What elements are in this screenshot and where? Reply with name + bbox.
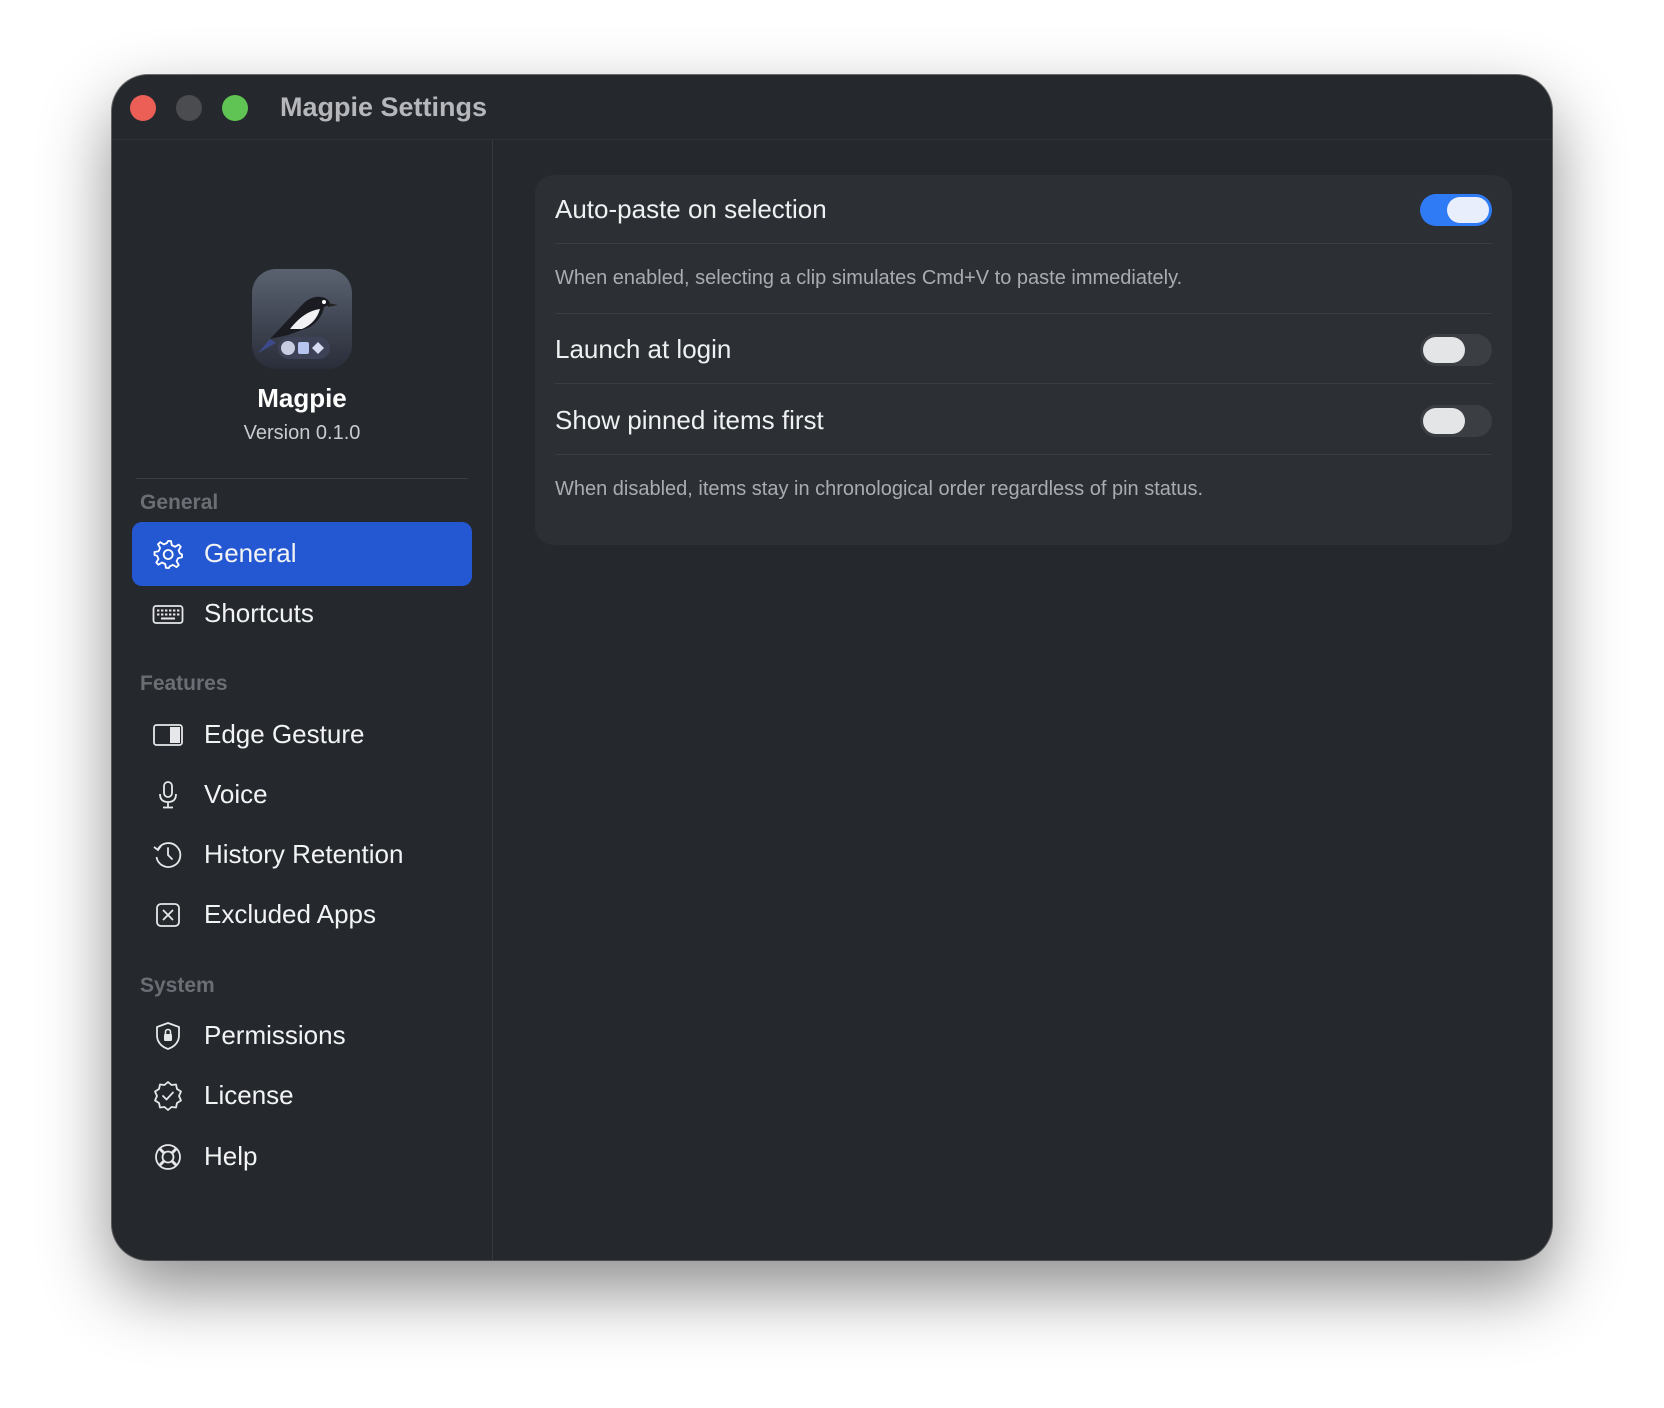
gear-icon bbox=[153, 540, 183, 569]
launch-at-login-toggle[interactable] bbox=[1420, 334, 1492, 366]
launch-at-login-label: Launch at login bbox=[555, 334, 732, 364]
sidebar-item-help[interactable]: Help bbox=[132, 1125, 472, 1189]
window-title: Magpie Settings bbox=[280, 92, 488, 122]
sidebar-divider bbox=[136, 478, 468, 479]
minimize-button[interactable] bbox=[176, 95, 202, 121]
show-pinned-first-toggle[interactable] bbox=[1420, 405, 1492, 437]
shield-lock-icon bbox=[156, 1022, 180, 1050]
title-bar[interactable]: Magpie Settings bbox=[112, 75, 1552, 140]
app-name: Magpie bbox=[257, 383, 347, 413]
sidebar-item-permissions[interactable]: Permissions bbox=[132, 1004, 472, 1068]
sidebar-item-label: Excluded Apps bbox=[204, 899, 377, 929]
sidebar-item-excluded-apps[interactable]: Excluded Apps bbox=[132, 883, 472, 947]
section-label-general: General bbox=[140, 491, 219, 514]
sidebar-item-label: Help bbox=[204, 1141, 258, 1171]
sidebar-item-label: License bbox=[204, 1080, 294, 1110]
sidebar-item-label: General bbox=[204, 538, 297, 568]
checkmark-seal-icon bbox=[154, 1081, 182, 1111]
row-separator bbox=[555, 454, 1492, 455]
zoom-button[interactable] bbox=[222, 95, 248, 121]
auto-paste-toggle[interactable] bbox=[1420, 194, 1492, 226]
section-label-system: System bbox=[140, 974, 215, 997]
toggle-knob bbox=[1423, 337, 1465, 363]
sidebar-item-label: History Retention bbox=[204, 839, 404, 869]
settings-content: Auto-paste on selection When enabled, se… bbox=[493, 140, 1552, 1260]
sidebar-item-general[interactable]: General bbox=[132, 522, 472, 586]
app-icon bbox=[252, 269, 352, 369]
toggle-knob bbox=[1423, 408, 1465, 434]
keyboard-icon bbox=[152, 605, 184, 624]
sidebar-panel-icon bbox=[153, 724, 183, 746]
sidebar-item-edge-gesture[interactable]: Edge Gesture bbox=[132, 703, 472, 767]
lifebuoy-icon bbox=[155, 1144, 181, 1170]
x-square-icon bbox=[156, 903, 180, 927]
sidebar-item-shortcuts[interactable]: Shortcuts bbox=[132, 582, 472, 646]
sidebar-item-label: Voice bbox=[204, 779, 268, 809]
sidebar-item-label: Permissions bbox=[204, 1020, 346, 1050]
close-button[interactable] bbox=[130, 95, 156, 121]
auto-paste-description: When enabled, selecting a clip simulates… bbox=[555, 267, 1183, 289]
app-version: Version 0.1.0 bbox=[243, 422, 361, 444]
show-pinned-first-label: Show pinned items first bbox=[555, 405, 824, 435]
general-settings-card: Auto-paste on selection When enabled, se… bbox=[535, 175, 1512, 545]
sidebar-item-label: Edge Gesture bbox=[204, 719, 365, 749]
sidebar: Magpie Version 0.1.0 General General Sho… bbox=[112, 140, 493, 1260]
section-label-features: Features bbox=[140, 672, 228, 695]
toggle-knob bbox=[1447, 197, 1489, 223]
microphone-icon bbox=[159, 781, 177, 809]
show-pinned-first-description: When disabled, items stay in chronologic… bbox=[555, 478, 1204, 500]
row-separator bbox=[555, 243, 1492, 244]
row-separator bbox=[555, 383, 1492, 384]
row-separator bbox=[555, 313, 1492, 314]
sidebar-item-history-retention[interactable]: History Retention bbox=[132, 823, 472, 887]
settings-window: Magpie Settings Magpie Version 0.1.0 Gen… bbox=[112, 75, 1552, 1260]
sidebar-item-voice[interactable]: Voice bbox=[132, 763, 472, 827]
sidebar-item-label: Shortcuts bbox=[204, 598, 314, 628]
auto-paste-label: Auto-paste on selection bbox=[555, 194, 827, 224]
sidebar-item-license[interactable]: License bbox=[132, 1064, 472, 1128]
clock-history-icon bbox=[153, 842, 182, 868]
